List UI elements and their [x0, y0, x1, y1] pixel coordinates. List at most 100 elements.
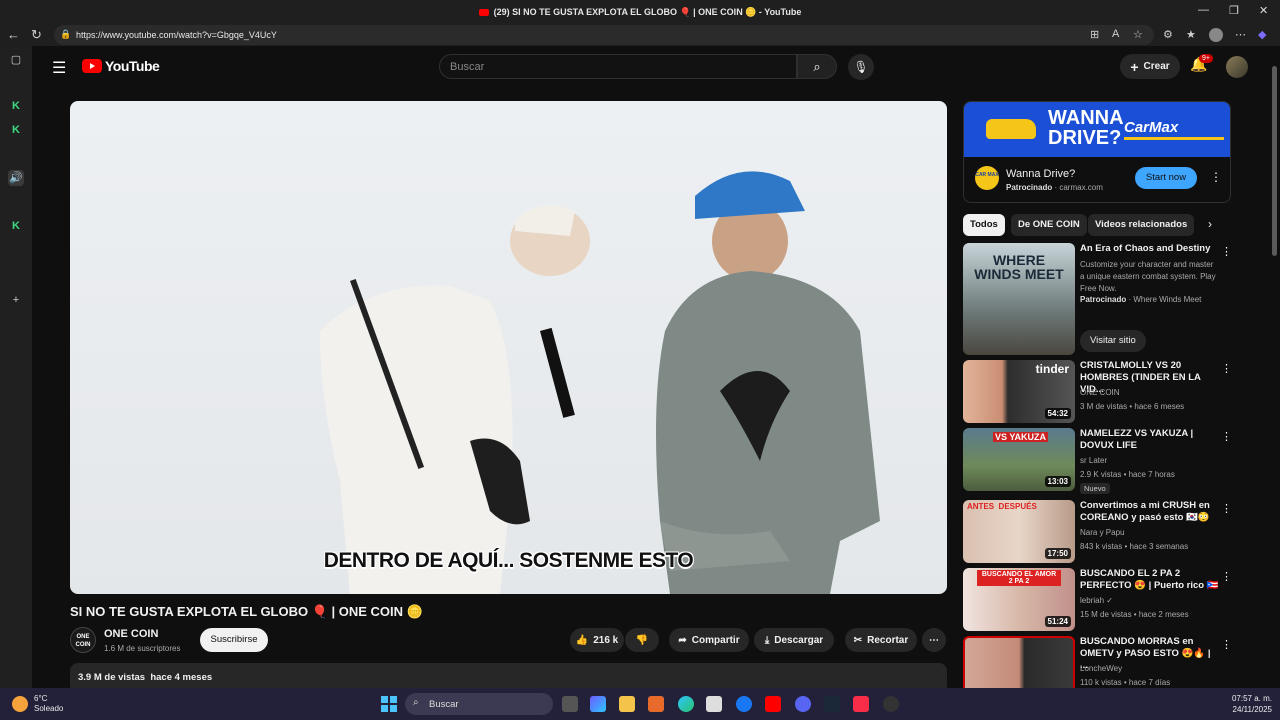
search-button[interactable]: ⌕ [797, 54, 837, 79]
video-frame [320, 171, 880, 594]
music-icon[interactable] [853, 696, 869, 712]
chip-related[interactable]: Videos relacionados [1088, 214, 1195, 236]
recommendation-item[interactable]: VS YAKUZA 13:03 NAMELEZZ VS YAKUZA | DOV… [963, 428, 1253, 494]
share-button[interactable]: ➦ Compartir [669, 628, 749, 652]
tab-actions-icon[interactable]: ▢ [8, 52, 24, 68]
download-button[interactable]: ⤓ Descargar [754, 628, 834, 652]
back-icon[interactable]: ← [7, 27, 20, 42]
recommendation-item[interactable]: BUSCANDO EL AMOR 2 PA 2 51:24 BUSCANDO E… [963, 568, 1253, 632]
dislike-button[interactable]: 👎 [625, 628, 659, 652]
youtube-logo[interactable]: YouTube [82, 58, 160, 74]
voice-search-button[interactable]: 🎙 [848, 54, 874, 80]
ad-cta-button[interactable]: Start now [1135, 167, 1197, 189]
edge-icon[interactable] [678, 696, 694, 712]
rec-meta: 15 M de vistas • hace 2 meses [1080, 610, 1189, 619]
rec-channel: sr Later [1080, 456, 1108, 465]
reload-icon[interactable]: ↻ [31, 27, 42, 43]
rec-title: Convertimos a mi CRUSH en COREANO y pasó… [1080, 500, 1210, 523]
create-button[interactable]: + Crear [1120, 54, 1180, 79]
video-player[interactable]: DENTRO DE AQUÍ... SOSTENME ESTO [70, 101, 947, 594]
close-icon[interactable]: ✕ [1259, 4, 1268, 17]
recommendation-item[interactable]: tinder 54:32 CRISTALMOLLY VS 20 HOMBRES … [963, 360, 1253, 424]
rec-thumbnail[interactable]: VS YAKUZA 13:03 [963, 428, 1075, 491]
maximize-icon[interactable]: ❐ [1229, 4, 1239, 17]
ad-sponsor-line: Patrocinado · carmax.com [1006, 183, 1103, 192]
system-clock[interactable]: 07:57 a. m. 24/11/2025 [1222, 693, 1272, 715]
visit-site-button[interactable]: Visitar sitio [1080, 330, 1146, 352]
youtube-app-icon[interactable] [765, 696, 781, 712]
rec-thumbnail[interactable] [963, 636, 1075, 688]
rec-more-icon[interactable]: ⋮ [1221, 362, 1232, 375]
facebook-icon[interactable] [736, 696, 752, 712]
rec-thumbnail[interactable]: WHERE WINDS MEET [963, 243, 1075, 355]
chevron-right-icon[interactable]: › [1208, 217, 1212, 231]
like-button[interactable]: 👍 216 k [570, 628, 624, 652]
kick-tab-icon-3[interactable]: K [8, 218, 24, 234]
youtube-favicon-icon [478, 8, 489, 16]
ad-more-icon[interactable]: ⋮ [1210, 170, 1222, 184]
recommendation-item[interactable]: BUSCANDO MORRAS en OMETV y PASO ESTO 😍🔥 … [963, 636, 1253, 688]
subscribe-button[interactable]: Suscribirse [200, 628, 268, 652]
channel-name[interactable]: ONE COIN [104, 628, 158, 640]
taskbar-search[interactable]: ⌕ Buscar [405, 693, 553, 715]
kick-tab-icon[interactable]: K [8, 98, 24, 114]
clip-button[interactable]: ✂ Recortar [845, 628, 917, 652]
youtube-play-icon [82, 59, 102, 73]
subscriber-count: 1.6 M de suscriptores [104, 644, 181, 653]
rec-channel: ONE COIN [1080, 388, 1120, 397]
weather-widget[interactable]: 6°C Soleado [12, 694, 63, 714]
favorite-star-icon[interactable]: ☆ [1133, 28, 1143, 41]
description-box[interactable]: 3.9 M de vistas hace 4 meses [70, 663, 947, 688]
audio-tab-icon[interactable]: 🔊 [8, 170, 24, 186]
ad-banner[interactable]: WANNA DRIVE? CarMax [964, 102, 1230, 157]
discord-icon[interactable] [795, 696, 811, 712]
new-tab-icon[interactable]: + [8, 292, 24, 308]
store-icon[interactable] [706, 696, 722, 712]
profile-icon[interactable] [1209, 28, 1223, 42]
minimize-icon[interactable]: — [1198, 4, 1209, 16]
rec-more-icon[interactable]: ⋮ [1221, 245, 1232, 258]
rec-more-icon[interactable]: ⋮ [1221, 502, 1232, 515]
windows-start-icon[interactable] [381, 696, 397, 712]
account-avatar[interactable] [1226, 56, 1248, 78]
copilot-app-icon[interactable] [590, 696, 606, 712]
chip-all[interactable]: Todos [963, 214, 1005, 236]
copilot-icon[interactable]: ◆ [1258, 28, 1266, 41]
favorites-icon[interactable]: ★ [1186, 28, 1196, 41]
window-titlebar: (29) SI NO TE GUSTA EXPLOTA EL GLOBO 🎈 |… [0, 0, 1280, 24]
rec-thumbnail[interactable]: BUSCANDO EL AMOR 2 PA 2 51:24 [963, 568, 1075, 631]
read-aloud-icon[interactable]: A [1112, 28, 1119, 40]
taskbar-search-label: Buscar [429, 698, 459, 710]
more-actions-button[interactable]: ⋯ [922, 628, 946, 652]
sponsored-recommendation[interactable]: WHERE WINDS MEET An Era of Chaos and Des… [963, 243, 1253, 358]
app-icon[interactable] [648, 696, 664, 712]
more-icon[interactable]: ⋯ [1235, 28, 1246, 41]
ad-domain: carmax.com [1059, 183, 1103, 192]
rec-more-icon[interactable]: ⋮ [1221, 638, 1232, 651]
extensions-icon[interactable]: ⚙ [1163, 28, 1173, 41]
app-available-icon[interactable]: ⊞ [1090, 28, 1099, 41]
steam-icon[interactable] [824, 696, 840, 712]
github-icon[interactable] [883, 696, 899, 712]
rec-thumbnail[interactable]: ANTES DESPUÉS 17:50 [963, 500, 1075, 563]
temperature: 6°C [34, 694, 48, 703]
task-view-icon[interactable] [562, 696, 578, 712]
channel-avatar[interactable]: ONE COIN [70, 627, 96, 653]
page-scrollbar[interactable] [1272, 66, 1277, 256]
rec-thumbnail[interactable]: tinder 54:32 [963, 360, 1075, 423]
sidebar-ad[interactable]: WANNA DRIVE? CarMax CAR MAX Wanna Drive?… [963, 101, 1231, 203]
rec-meta: 843 k vistas • hace 3 semanas [1080, 542, 1189, 551]
window-title: (29) SI NO TE GUSTA EXPLOTA EL GLOBO 🎈 |… [478, 7, 801, 18]
rec-channel: LoncheWey [1080, 664, 1123, 673]
rec-meta: 3 M de vistas • hace 6 meses [1080, 402, 1185, 411]
rec-more-icon[interactable]: ⋮ [1221, 570, 1232, 583]
search-input[interactable]: Buscar [439, 54, 797, 79]
file-explorer-icon[interactable] [619, 696, 635, 712]
rec-more-icon[interactable]: ⋮ [1221, 430, 1232, 443]
menu-icon[interactable]: ☰ [52, 58, 66, 78]
rec-channel: lebriah ✓ [1080, 596, 1113, 605]
kick-tab-icon-2[interactable]: K [8, 122, 24, 138]
recommendation-item[interactable]: ANTES DESPUÉS 17:50 Convertimos a mi CRU… [963, 500, 1253, 564]
chip-channel[interactable]: De ONE COIN [1011, 214, 1087, 236]
url-bar[interactable]: 🔒 https://www.youtube.com/watch?v=Gbgqe_… [54, 25, 1154, 45]
